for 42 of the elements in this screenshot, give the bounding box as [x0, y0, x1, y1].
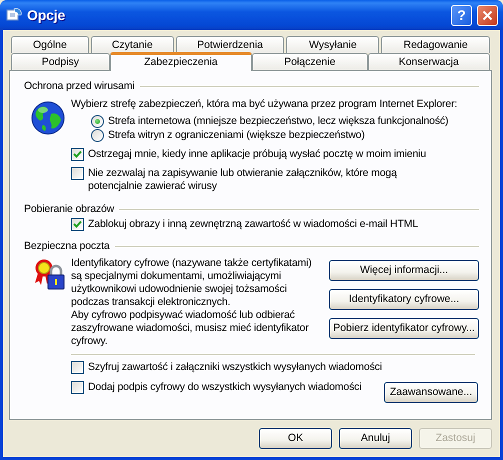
checkbox[interactable]: [71, 167, 84, 180]
checkbox-label: Nie zezwalaj na zapisywanie lub otwieranie załączników, które mogą potencjalnie zawierać wirusy: [88, 167, 398, 193]
window-title: Opcje: [27, 7, 66, 23]
checkbox[interactable]: [71, 218, 84, 231]
tab[interactable]: Czytanie: [90, 36, 174, 53]
action-button[interactable]: Identyfikatory cyfrowe...: [329, 289, 479, 310]
group-title: Pobieranie obrazów: [24, 203, 114, 215]
globe-icon: [31, 101, 65, 135]
close-button[interactable]: [477, 4, 498, 26]
certificate-lock-icon: [34, 259, 66, 291]
tab[interactable]: Konserwacja: [368, 53, 490, 70]
checkbox-label: Szyfruj zawartość i załączniki wszystkich wysyłanych wiadomości: [88, 361, 382, 374]
dialog-button[interactable]: OK: [259, 428, 332, 449]
checkbox-label: Dodaj podpis cyfrowy do wszystkich wysyłanych wiadomości: [88, 381, 362, 394]
description-text: Aby cyfrowo podpisywać wiadomość lub odbierać zaszyfrowane wiadomości, musisz mieć identyfikator cyfrowy.: [71, 309, 310, 348]
tab[interactable]: Ogólne: [11, 36, 89, 53]
close-icon: [482, 10, 493, 20]
description-text: Identyfikatory cyfrowe (nazywane także certyfikatami) są specjalnymi dokumentami, umożliwiającymi użytkownikowi udowodnienie swojej tożsamości podczas transakcji elektronicznych.: [71, 257, 313, 309]
tab[interactable]: Zabezpieczenia: [110, 52, 252, 71]
action-button[interactable]: Więcej informacji...: [329, 260, 479, 281]
checkbox-label: Zablokuj obrazy i inną zewnętrzną zawartość w wiadomości e-mail HTML: [88, 218, 418, 231]
radio-label: Strefa witryn z ograniczeniami (większe bezpieczeństwo): [108, 129, 365, 142]
group-title: Ochrona przed wirusami: [24, 80, 134, 92]
tab[interactable]: Połączenie: [252, 53, 368, 70]
checkbox[interactable]: [71, 148, 84, 161]
tab[interactable]: Redagowanie: [381, 36, 490, 53]
app-icon: [6, 7, 22, 23]
dialog-button[interactable]: Anuluj: [339, 428, 412, 449]
advanced-button[interactable]: Zaawansowane...: [384, 382, 478, 403]
radio-button[interactable]: [91, 129, 104, 142]
action-button[interactable]: Pobierz identyfikator cyfrowy...: [329, 318, 479, 339]
tab[interactable]: Potwierdzenia: [176, 36, 284, 53]
zone-prompt: Wybierz strefę zabezpieczeń, która ma być używana przez program Internet Explorer:: [71, 97, 458, 111]
help-button[interactable]: ?: [451, 4, 472, 26]
checkbox[interactable]: [71, 361, 84, 374]
checkbox-label: Ostrzegaj mnie, kiedy inne aplikacje próbują wysłać pocztę w moim imieniu: [88, 148, 426, 161]
radio-button[interactable]: [91, 115, 104, 128]
radio-label: Strefa internetowa (mniejsze bezpieczeństwo, lecz większa funkcjonalność): [108, 115, 448, 128]
checkbox[interactable]: [71, 381, 84, 394]
tab[interactable]: Wysyłanie: [286, 36, 380, 53]
group-title: Bezpieczna poczta: [24, 240, 110, 252]
tab[interactable]: Podpisy: [11, 53, 110, 70]
